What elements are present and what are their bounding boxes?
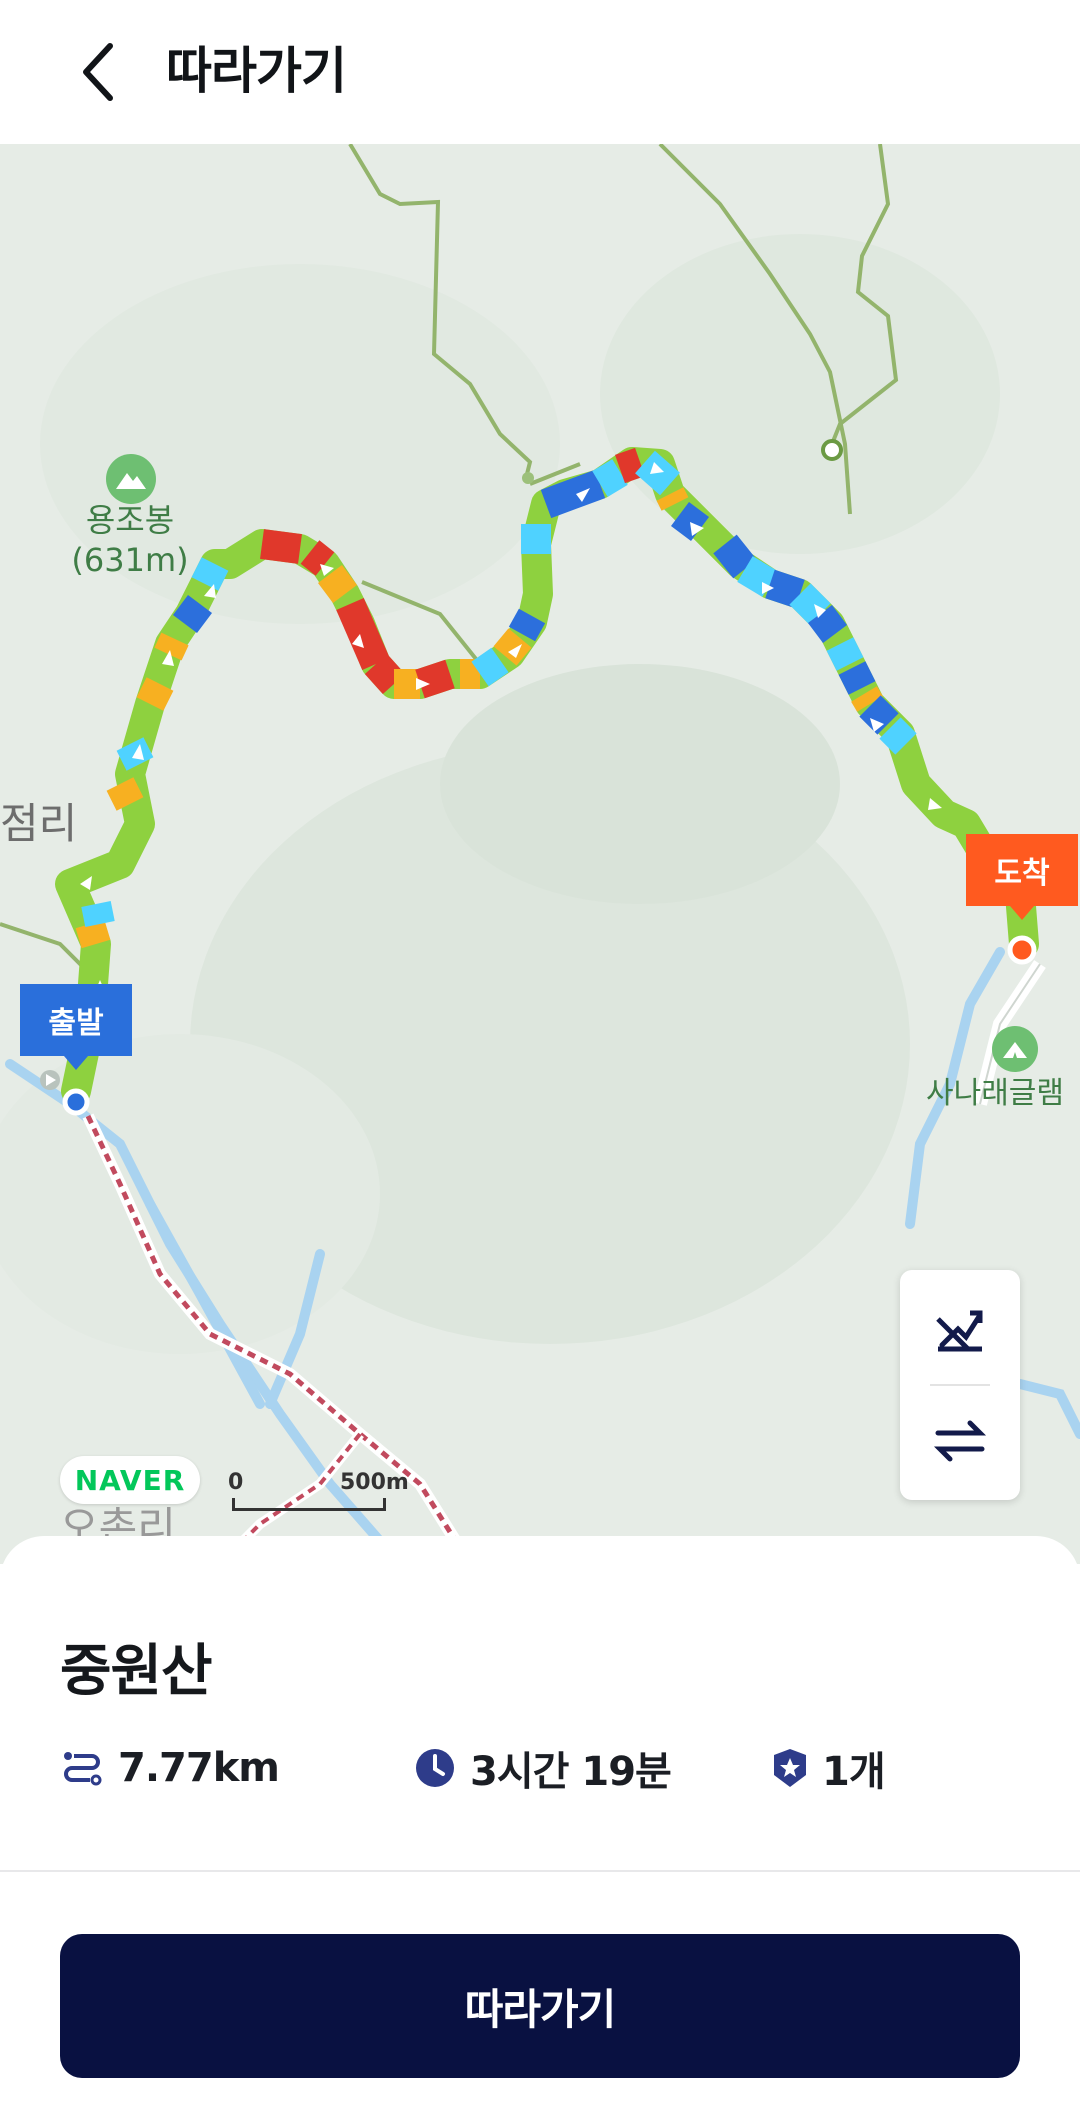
clock-icon [416, 1749, 454, 1787]
scale-distance: 500m [340, 1470, 409, 1495]
chevron-left-icon [83, 43, 113, 101]
trail-map[interactable]: 용조봉 (631m) 점리 오촌리 사나래글램 출발 도착 NAVER 0 50… [0, 144, 1080, 1564]
peak-label: 용조봉 (631m) [60, 500, 200, 580]
course-sheet: 중원산 7.77km 3시간 19분 1개 따라가기 [0, 1536, 1080, 2116]
distance-stat: 7.77km [60, 1742, 280, 1794]
peak-icon [106, 454, 156, 504]
distance-value: 7.77km [118, 1745, 280, 1791]
campground-icon [992, 1026, 1038, 1072]
badge-stat: 1개 [772, 1742, 886, 1795]
sheet-divider [0, 1870, 1080, 1872]
end-marker-label: 도착 [994, 856, 1050, 891]
map-controls [900, 1270, 1020, 1500]
camp-label: 사나래글램 [926, 1076, 1064, 1111]
route-distance-icon [64, 1752, 102, 1786]
elevation-icon [936, 1310, 983, 1352]
page-title: 따라가기 [166, 42, 347, 100]
course-name: 중원산 [60, 1639, 213, 1704]
start-marker-label: 출발 [48, 1006, 104, 1041]
start-marker[interactable]: 출발 [20, 984, 132, 1070]
place-label-left: 점리 [0, 799, 78, 848]
badge-count: 1개 [822, 1749, 886, 1795]
app-header: 따라가기 [0, 0, 1080, 144]
peak-name: 용조봉 [85, 501, 175, 539]
duration-value: 3시간 19분 [470, 1749, 672, 1795]
peak-elevation: (631m) [71, 541, 189, 579]
naver-logo: NAVER [60, 1456, 200, 1504]
scale-zero: 0 [228, 1470, 244, 1495]
scale-line [232, 1498, 386, 1511]
duration-stat: 3시간 19분 [414, 1742, 672, 1795]
swap-arrows-icon [933, 1420, 987, 1462]
end-marker[interactable]: 도착 [966, 834, 1078, 920]
scale-bar: 0 500m [228, 1470, 409, 1520]
back-button[interactable] [58, 32, 138, 112]
follow-button[interactable]: 따라가기 [60, 1934, 1020, 2078]
badge-icon [774, 1749, 806, 1787]
reverse-route-button[interactable] [900, 1386, 1020, 1496]
altitude-toggle-button[interactable] [900, 1274, 1020, 1384]
